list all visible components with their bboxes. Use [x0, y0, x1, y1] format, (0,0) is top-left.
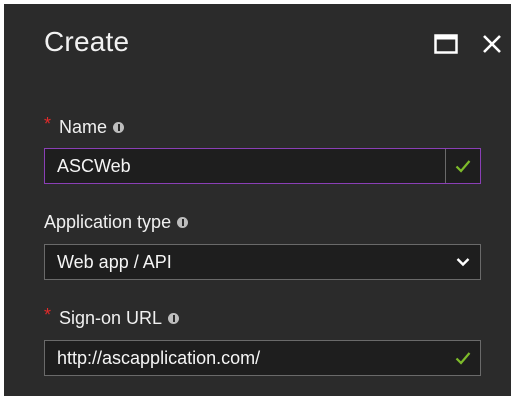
- maximize-icon: [434, 34, 458, 54]
- name-label: Name: [59, 117, 108, 137]
- checkmark-icon: [455, 352, 471, 365]
- chevron-down-icon: [456, 258, 470, 267]
- create-blade: Create * Name Application type Web app /…: [4, 4, 511, 396]
- maximize-button[interactable]: [432, 30, 460, 58]
- page-title: Create: [44, 26, 130, 57]
- name-input[interactable]: [45, 149, 445, 183]
- application-type-label: Application type: [44, 212, 172, 232]
- sign-on-url-input[interactable]: [45, 341, 445, 375]
- application-type-value: Web app / API: [57, 251, 172, 272]
- name-valid-indicator: [445, 149, 480, 183]
- close-button[interactable]: [478, 30, 506, 58]
- close-icon: [483, 35, 501, 53]
- sign-on-url-field[interactable]: [44, 340, 481, 376]
- application-type-select[interactable]: Web app / API: [44, 244, 481, 280]
- required-marker: *: [44, 305, 52, 325]
- checkmark-icon: [455, 160, 471, 173]
- sign-on-url-label: Sign-on URL: [59, 308, 163, 328]
- required-marker: *: [44, 114, 52, 134]
- info-icon[interactable]: [177, 217, 189, 228]
- name-label-row: * Name: [44, 114, 125, 138]
- dropdown-toggle[interactable]: [445, 245, 480, 279]
- sign-on-url-label-row: * Sign-on URL: [44, 305, 180, 329]
- application-type-label-row: Application type: [44, 212, 189, 233]
- sign-on-url-valid-indicator: [445, 341, 480, 375]
- info-icon[interactable]: [113, 122, 125, 133]
- info-icon[interactable]: [168, 313, 180, 324]
- name-field[interactable]: [44, 148, 481, 184]
